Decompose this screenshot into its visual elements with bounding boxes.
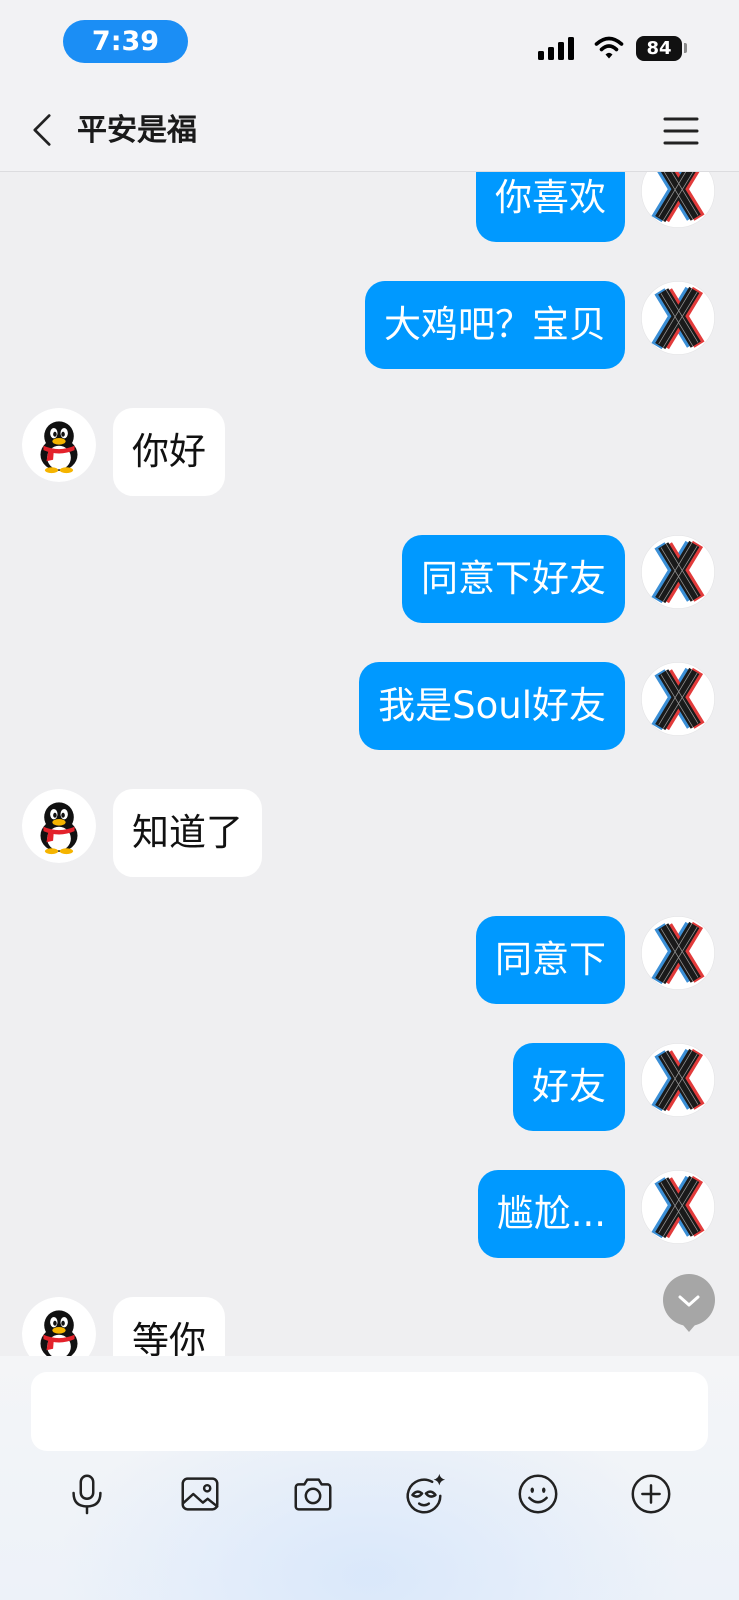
- message-row-outgoing: 我是Soul好友: [0, 662, 739, 750]
- face-effects-button[interactable]: [396, 1466, 452, 1522]
- message-bubble-outgoing[interactable]: 好友: [513, 1043, 625, 1131]
- message-row-incoming: 等你: [0, 1297, 739, 1356]
- hamburger-menu-icon[interactable]: [663, 116, 699, 146]
- wifi-icon: [594, 36, 624, 59]
- photo-button[interactable]: [172, 1466, 228, 1522]
- self-avatar[interactable]: [641, 662, 715, 736]
- battery-nub: [684, 43, 687, 53]
- status-bar: 7:39 84: [0, 0, 739, 88]
- message-row-outgoing: 同意下好友: [0, 535, 739, 623]
- camera-button[interactable]: [285, 1466, 341, 1522]
- composer: [0, 1356, 739, 1600]
- message-list-viewport[interactable]: 你喜欢 大鸡吧？宝贝 你好 同意下好友 我是Soul好友 知道了 同意下 好友 …: [0, 172, 739, 1356]
- message-bubble-outgoing[interactable]: 尴尬...: [477, 1170, 625, 1258]
- self-avatar[interactable]: [641, 281, 715, 355]
- peer-avatar[interactable]: [22, 408, 96, 482]
- message-row-incoming: 你好: [0, 408, 739, 496]
- message-bubble-outgoing[interactable]: 同意下: [476, 916, 625, 1004]
- image-icon[interactable]: [177, 1471, 223, 1517]
- plus-circle-icon[interactable]: [628, 1471, 674, 1517]
- self-avatar[interactable]: [641, 1043, 715, 1117]
- chat-header: 平安是福: [0, 88, 739, 172]
- emoji-button[interactable]: [510, 1466, 566, 1522]
- status-time: 7:39: [63, 20, 188, 63]
- message-bubble-outgoing[interactable]: 你喜欢: [476, 172, 625, 242]
- message-bubble-incoming[interactable]: 你好: [113, 408, 225, 496]
- chat-screen: 7:39 84 平安是福 你喜欢 大鸡吧？宝贝 你好 同意下好友 我是Soul好…: [0, 0, 739, 1600]
- message-bubble-outgoing[interactable]: 同意下好友: [402, 535, 625, 623]
- more-button[interactable]: [623, 1466, 679, 1522]
- message-row-outgoing: 你喜欢: [0, 172, 739, 242]
- battery-icon: 84: [636, 36, 682, 61]
- message-bubble-incoming[interactable]: 知道了: [113, 789, 262, 877]
- message-bubble-outgoing[interactable]: 我是Soul好友: [359, 662, 625, 750]
- message-list: 你喜欢 大鸡吧？宝贝 你好 同意下好友 我是Soul好友 知道了 同意下 好友 …: [0, 172, 739, 1356]
- face-sparkle-icon[interactable]: [401, 1471, 447, 1517]
- self-avatar[interactable]: [641, 1170, 715, 1244]
- chat-title: 平安是福: [77, 113, 197, 148]
- message-row-outgoing: 好友: [0, 1043, 739, 1131]
- message-row-outgoing: 尴尬...: [0, 1170, 739, 1258]
- message-input[interactable]: [31, 1372, 708, 1451]
- message-bubble-outgoing[interactable]: 大鸡吧？宝贝: [365, 281, 625, 369]
- microphone-icon[interactable]: [64, 1471, 110, 1517]
- chevron-left-icon[interactable]: [31, 112, 53, 148]
- back-button[interactable]: [20, 106, 64, 154]
- emoji-icon[interactable]: [515, 1471, 561, 1517]
- scroll-to-bottom-button[interactable]: [663, 1274, 715, 1332]
- camera-icon[interactable]: [290, 1471, 336, 1517]
- self-avatar[interactable]: [641, 535, 715, 609]
- voice-button[interactable]: [59, 1466, 115, 1522]
- self-avatar[interactable]: [641, 172, 715, 228]
- menu-button[interactable]: [658, 108, 704, 154]
- peer-avatar[interactable]: [22, 1297, 96, 1356]
- message-row-incoming: 知道了: [0, 789, 739, 877]
- peer-avatar[interactable]: [22, 789, 96, 863]
- message-bubble-incoming[interactable]: 等你: [113, 1297, 225, 1356]
- message-row-outgoing: 大鸡吧？宝贝: [0, 281, 739, 369]
- signal-icon: [538, 37, 574, 60]
- self-avatar[interactable]: [641, 916, 715, 990]
- message-row-outgoing: 同意下: [0, 916, 739, 1004]
- chevron-down-icon[interactable]: [677, 1294, 701, 1308]
